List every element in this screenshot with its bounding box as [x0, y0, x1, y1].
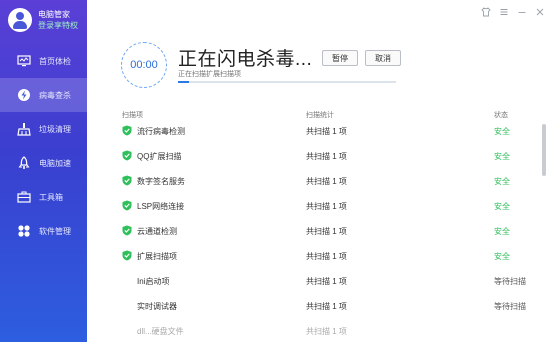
- cancel-button[interactable]: 取消: [365, 50, 401, 66]
- table-row: LSP网络连接 共扫描 1 项 安全: [100, 195, 540, 220]
- scrollbar[interactable]: [542, 124, 546, 176]
- row-item-name: LSP网络连接: [137, 202, 185, 211]
- sidebar-item-label: 工具箱: [39, 192, 63, 202]
- row-item-stat: 共扫描 1 项: [306, 277, 347, 286]
- row-item-status: 等待扫描: [494, 277, 526, 286]
- row-item-status: 安全: [494, 252, 510, 261]
- shield-check-icon: [122, 125, 132, 136]
- column-header-stat: 扫描统计: [306, 112, 334, 119]
- table-row: Ini启动项 共扫描 1 项 等待扫描: [100, 270, 540, 295]
- sidebar-item-cleanup[interactable]: 垃圾清理: [0, 112, 87, 146]
- sidebar-item-label: 电脑加速: [39, 158, 71, 168]
- profile[interactable]: 电脑管家 登录享特权: [0, 0, 87, 40]
- row-item-stat: 共扫描 1 项: [306, 302, 347, 311]
- minimize-icon[interactable]: [516, 6, 528, 18]
- table-row: 数字签名服务 共扫描 1 项 安全: [100, 170, 540, 195]
- row-item-status: 等待扫描: [494, 302, 526, 311]
- column-header-item: 扫描项: [122, 112, 143, 119]
- row-item-stat: 共扫描 1 项: [306, 127, 347, 136]
- sidebar-item-toolbox[interactable]: 工具箱: [0, 180, 87, 214]
- scan-table: 扫描项 扫描统计 状态 流行病毒检测 共扫描 1 项安全 QQ扩展扫描 共扫描 1 项…: [100, 110, 540, 336]
- table-row: 流行病毒检测 共扫描 1 项 安全: [100, 120, 540, 145]
- row-item-name: 云通道检测: [137, 227, 177, 236]
- sidebar-item-virus-scan[interactable]: 病毒查杀: [0, 78, 87, 112]
- sidebar-item-software[interactable]: 软件管理: [0, 214, 87, 248]
- row-item-name: 流行病毒检测: [137, 127, 185, 136]
- row-item-stat: 共扫描 1 项: [306, 327, 347, 336]
- timer-text: 00:00: [130, 59, 158, 71]
- row-item-stat: 共扫描 1 项: [306, 202, 347, 211]
- scan-timer: 00:00: [121, 42, 167, 88]
- table-row: QQ扩展扫描 共扫描 1 项 安全: [100, 145, 540, 170]
- shield-check-icon: [122, 150, 132, 161]
- sidebar-item-label: 垃圾清理: [39, 124, 71, 134]
- row-item-name: QQ扩展扫描: [137, 152, 182, 161]
- profile-name: 电脑管家: [38, 10, 70, 19]
- row-item-name: dll...硬盘文件: [137, 327, 184, 336]
- sidebar-item-label: 首页体检: [39, 56, 71, 66]
- table-row: 扩展扫描项 共扫描 1 项 安全: [100, 245, 540, 270]
- sidebar-item-label: 病毒查杀: [39, 90, 71, 100]
- table-row: 云通道检测 共扫描 1 项 安全: [100, 220, 540, 245]
- row-item-name: 数字签名服务: [137, 177, 185, 186]
- skin-icon[interactable]: [480, 6, 492, 18]
- scan-status-text: 正在扫描扩展扫描项: [178, 71, 241, 78]
- monitor-icon: [17, 54, 31, 68]
- row-item-status: 安全: [494, 152, 510, 161]
- window-controls: [480, 6, 546, 18]
- avatar[interactable]: [8, 8, 32, 32]
- page-title: 正在闪电杀毒...: [178, 49, 313, 70]
- apps-icon: [17, 224, 31, 238]
- sidebar-nav: 首页体检 病毒查杀 垃圾清理 电脑加速 工具箱 软件管理: [0, 44, 87, 248]
- row-item-name: 实时调试器: [137, 302, 177, 311]
- progress-bar: [178, 81, 396, 83]
- row-item-stat: 共扫描 1 项: [306, 227, 347, 236]
- row-item-stat: 共扫描 1 项: [306, 252, 347, 261]
- sidebar-item-speedup[interactable]: 电脑加速: [0, 146, 87, 180]
- row-item-status: 安全: [494, 202, 510, 211]
- progress-fill: [178, 81, 189, 83]
- row-item-status: 安全: [494, 127, 510, 136]
- shield-check-icon: [122, 225, 132, 236]
- menu-icon[interactable]: [498, 6, 510, 18]
- toolbox-icon: [17, 190, 31, 204]
- login-link[interactable]: 登录享特权: [38, 20, 78, 31]
- table-row: dll...硬盘文件 共扫描 1 项: [100, 320, 540, 342]
- row-item-status: 安全: [494, 177, 510, 186]
- row-item-name: 扩展扫描项: [137, 252, 177, 261]
- row-item-stat: 共扫描 1 项: [306, 152, 347, 161]
- row-item-stat: 共扫描 1 项: [306, 177, 347, 186]
- shield-check-icon: [122, 200, 132, 211]
- lightning-icon: [17, 88, 31, 102]
- shield-check-icon: [122, 175, 132, 186]
- row-item-status: 安全: [494, 227, 510, 236]
- broom-icon: [17, 122, 31, 136]
- sidebar-item-home-check[interactable]: 首页体检: [0, 44, 87, 78]
- rocket-icon: [17, 156, 31, 170]
- sidebar-item-label: 软件管理: [39, 226, 71, 236]
- app-window: 电脑管家 登录享特权 首页体检 病毒查杀 垃圾清理 电脑加速 工具箱 软件管理 …: [0, 0, 554, 342]
- table-row: 实时调试器 共扫描 1 项 等待扫描: [100, 295, 540, 320]
- column-header-status: 状态: [494, 112, 508, 119]
- sidebar: 电脑管家 登录享特权 首页体检 病毒查杀 垃圾清理 电脑加速 工具箱 软件管理: [0, 0, 87, 342]
- pause-button[interactable]: 暂停: [322, 50, 358, 66]
- row-item-name: Ini启动项: [137, 277, 170, 286]
- shield-check-icon: [122, 250, 132, 261]
- close-icon[interactable]: [534, 6, 546, 18]
